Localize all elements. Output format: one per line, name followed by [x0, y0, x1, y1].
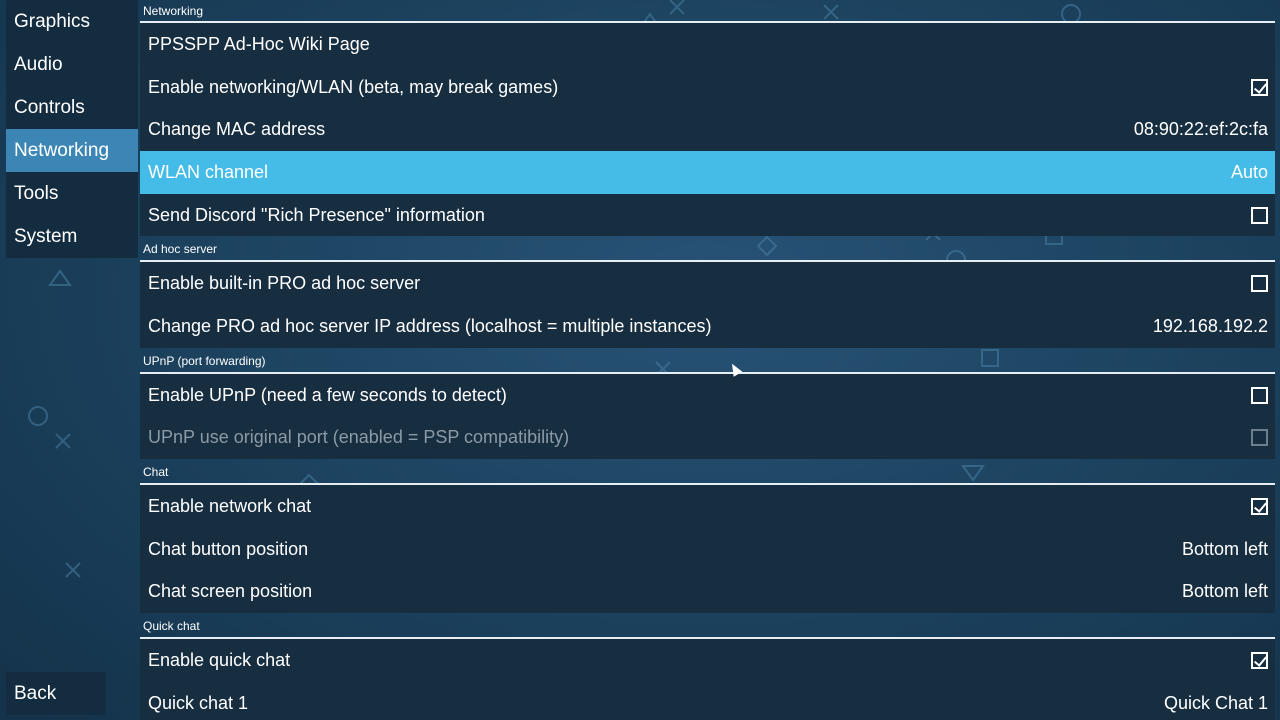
- section-header-upnp: UPnP (port forwarding): [140, 348, 1275, 374]
- enable-pro-server-label: Enable built-in PRO ad hoc server: [148, 273, 421, 294]
- enable-networking-row[interactable]: Enable networking/WLAN (beta, may break …: [140, 65, 1275, 109]
- quick-chat-1-value: Quick Chat 1: [1163, 692, 1268, 713]
- section-header-chat: Chat: [140, 459, 1275, 486]
- enable-upnp-label: Enable UPnP (need a few seconds to detec…: [148, 384, 507, 405]
- sidebar-item-system[interactable]: System: [6, 215, 138, 258]
- quick-chat-1-label: Quick chat 1: [148, 692, 249, 713]
- enable-upnp-row[interactable]: Enable UPnP (need a few seconds to detec…: [140, 373, 1275, 417]
- enable-quick-chat-label: Enable quick chat: [148, 650, 291, 671]
- change-mac-label: Change MAC address: [148, 119, 326, 140]
- enable-chat-row[interactable]: Enable network chat: [140, 485, 1275, 528]
- back-button[interactable]: Back: [6, 672, 106, 715]
- sidebar-item-audio[interactable]: Audio: [6, 43, 138, 86]
- chat-button-position-value: Bottom left: [1181, 538, 1268, 559]
- section-header-networking: Networking: [140, 0, 1275, 23]
- enable-pro-server-row[interactable]: Enable built-in PRO ad hoc server: [140, 262, 1275, 306]
- change-mac-row[interactable]: Change MAC address 08:90:22:ef:2c:fa: [140, 108, 1275, 152]
- chat-screen-position-label: Chat screen position: [148, 581, 313, 602]
- chat-button-position-label: Chat button position: [148, 538, 309, 559]
- enable-quick-chat-checkbox[interactable]: [1251, 652, 1268, 670]
- sidebar-item-controls[interactable]: Controls: [6, 86, 138, 129]
- wlan-channel-value: Auto: [1230, 161, 1268, 182]
- settings-panel: Networking PPSSPP Ad-Hoc Wiki Page Enabl…: [140, 0, 1275, 720]
- sidebar-item-networking[interactable]: Networking: [6, 129, 138, 172]
- mac-address-value: 08:90:22:ef:2c:fa: [1133, 119, 1268, 140]
- adhoc-wiki-label: PPSSPP Ad-Hoc Wiki Page: [148, 33, 370, 54]
- chat-button-position-row[interactable]: Chat button position Bottom left: [140, 527, 1275, 571]
- wlan-channel-row[interactable]: WLAN channel Auto: [140, 151, 1275, 194]
- sidebar-item-graphics[interactable]: Graphics: [6, 0, 138, 43]
- discord-checkbox[interactable]: [1251, 206, 1268, 224]
- section-header-quick-chat: Quick chat: [140, 613, 1275, 640]
- ip-address-value: 192.168.192.2: [1152, 315, 1268, 336]
- enable-networking-label: Enable networking/WLAN (beta, may break …: [148, 76, 559, 97]
- upnp-original-port-row: UPnP use original port (enabled = PSP co…: [140, 416, 1275, 460]
- discord-label: Send Discord "Rich Presence" information: [148, 204, 485, 225]
- section-header-adhoc-server: Ad hoc server: [140, 236, 1275, 263]
- upnp-original-port-checkbox: [1251, 429, 1268, 447]
- wlan-channel-label: WLAN channel: [148, 161, 269, 182]
- enable-quick-chat-row[interactable]: Enable quick chat: [140, 639, 1275, 682]
- chat-screen-position-row[interactable]: Chat screen position Bottom left: [140, 570, 1275, 614]
- sidebar: Graphics Audio Controls Networking Tools…: [6, 0, 138, 258]
- chat-screen-position-value: Bottom left: [1181, 581, 1268, 602]
- sidebar-item-tools[interactable]: Tools: [6, 172, 138, 215]
- quick-chat-1-row[interactable]: Quick chat 1 Quick Chat 1: [140, 681, 1275, 720]
- enable-chat-label: Enable network chat: [148, 496, 312, 517]
- enable-networking-checkbox[interactable]: [1251, 78, 1268, 96]
- upnp-original-port-label: UPnP use original port (enabled = PSP co…: [148, 427, 570, 448]
- discord-row[interactable]: Send Discord "Rich Presence" information: [140, 193, 1275, 237]
- enable-pro-server-checkbox[interactable]: [1251, 275, 1268, 293]
- change-ip-label: Change PRO ad hoc server IP address (loc…: [148, 315, 712, 336]
- enable-chat-checkbox[interactable]: [1251, 498, 1268, 516]
- enable-upnp-checkbox[interactable]: [1251, 386, 1268, 404]
- change-ip-row[interactable]: Change PRO ad hoc server IP address (loc…: [140, 305, 1275, 348]
- adhoc-wiki-link[interactable]: PPSSPP Ad-Hoc Wiki Page: [140, 23, 1275, 66]
